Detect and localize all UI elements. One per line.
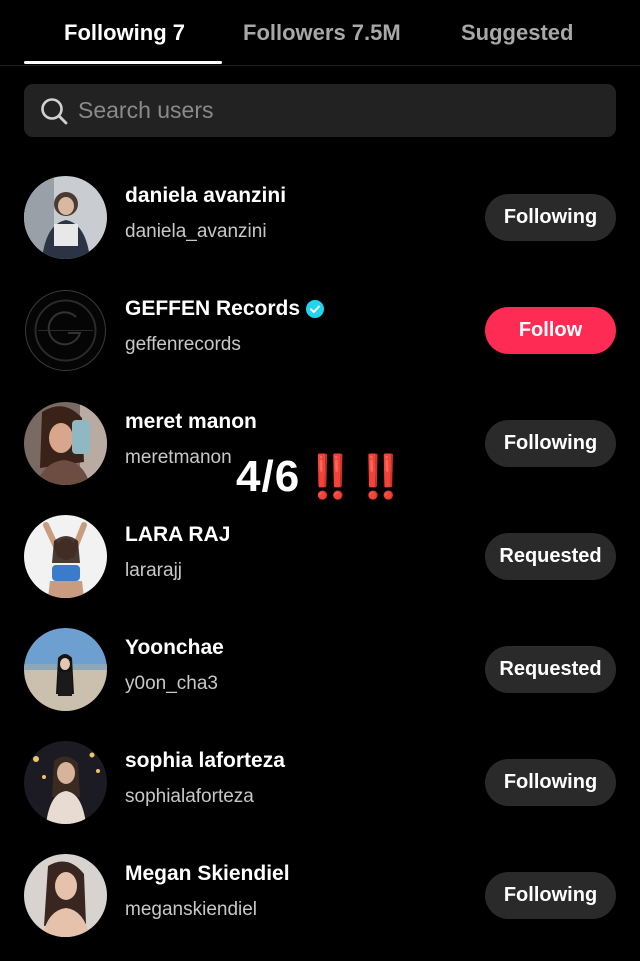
avatar[interactable] — [24, 854, 107, 937]
list-item[interactable]: Yoonchae y0on_cha3 Requested — [0, 628, 640, 741]
following-button[interactable]: Following — [485, 420, 616, 467]
requested-button[interactable]: Requested — [485, 533, 616, 580]
search-input[interactable] — [78, 84, 598, 137]
user-handle: geffenrecords — [125, 334, 241, 355]
tab-followers[interactable]: Followers 7.5M — [243, 20, 401, 46]
list-item[interactable]: GEFFEN Records geffenrecords Follow — [0, 289, 640, 402]
user-handle: sophialaforteza — [125, 786, 254, 807]
tab-suggested[interactable]: Suggested — [461, 20, 573, 46]
user-handle: y0on_cha3 — [125, 673, 218, 694]
user-name: daniela avanzini — [125, 184, 287, 207]
list-item[interactable]: daniela avanzini daniela_avanzini Follow… — [0, 176, 640, 289]
list-item[interactable]: Megan Skiendiel meganskiendiel Following — [0, 854, 640, 961]
avatar[interactable] — [24, 176, 107, 259]
user-name: GEFFEN Records — [125, 297, 325, 321]
user-name: Megan Skiendiel — [125, 862, 290, 885]
tab-bar: Following 7 Followers 7.5M Suggested — [0, 0, 640, 66]
tab-following[interactable]: Following 7 — [64, 20, 185, 46]
user-name: Yoonchae — [125, 636, 224, 659]
overlay-caption: 4/6‼️‼️ — [236, 452, 407, 502]
following-button[interactable]: Following — [485, 194, 616, 241]
overlay-exclamation-marks: ‼️‼️ — [304, 453, 407, 500]
avatar[interactable] — [24, 628, 107, 711]
avatar[interactable] — [24, 515, 107, 598]
search-icon — [40, 97, 68, 125]
active-tab-indicator — [24, 61, 222, 64]
user-name: meret manon — [125, 410, 257, 433]
user-handle: meganskiendiel — [125, 899, 258, 920]
search-bar[interactable] — [24, 84, 616, 137]
user-name: LARA RAJ — [125, 523, 231, 546]
user-name-text: GEFFEN Records — [125, 297, 301, 320]
user-handle: meretmanon — [125, 447, 232, 468]
avatar[interactable] — [24, 402, 107, 485]
user-name: sophia laforteza — [125, 749, 285, 772]
verified-badge-icon — [306, 300, 325, 318]
overlay-count: 4/6 — [236, 452, 301, 501]
follow-button[interactable]: Follow — [485, 307, 616, 354]
following-button[interactable]: Following — [485, 759, 616, 806]
avatar[interactable] — [24, 289, 107, 372]
list-item[interactable]: sophia laforteza sophialaforteza Followi… — [0, 741, 640, 854]
requested-button[interactable]: Requested — [485, 646, 616, 693]
avatar[interactable] — [24, 741, 107, 824]
user-handle: lararajj — [125, 560, 183, 581]
user-handle: daniela_avanzini — [125, 221, 267, 242]
list-item[interactable]: LARA RAJ lararajj Requested — [0, 515, 640, 628]
following-button[interactable]: Following — [485, 872, 616, 919]
